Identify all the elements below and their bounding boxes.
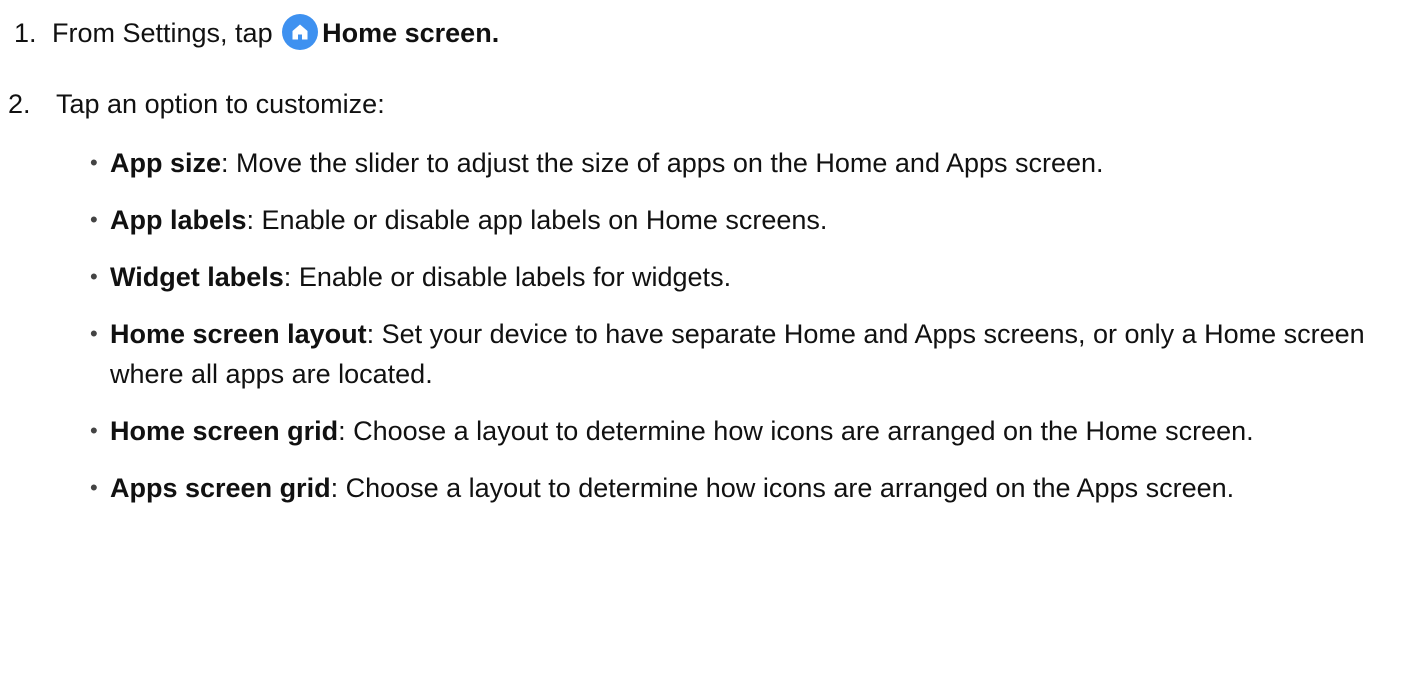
option-label: Apps screen grid — [110, 473, 331, 503]
option-apps-screen-grid: • Apps screen grid: Choose a layout to de… — [90, 468, 1396, 508]
option-separator: : — [366, 319, 375, 349]
option-separator: : — [246, 205, 255, 235]
option-separator: : — [338, 416, 346, 446]
option-separator: : — [221, 148, 229, 178]
option-label: App labels — [110, 205, 247, 235]
step-number: 1. — [14, 18, 37, 48]
option-description: Choose a layout to determine how icons a… — [345, 416, 1254, 446]
option-widget-labels: • Widget labels: Enable or disable labels… — [90, 257, 1396, 297]
step-bold-text: Home screen. — [322, 18, 500, 48]
step-2: 2. Tap an option to customize: — [0, 87, 385, 121]
bullet-icon: • — [90, 321, 98, 346]
options-list: • App size: Move the slider to adjust the… — [90, 143, 1396, 525]
bullet-icon: • — [90, 207, 98, 232]
option-app-labels: • App labels: Enable or disable app label… — [90, 200, 1396, 240]
option-app-size: • App size: Move the slider to adjust the… — [90, 143, 1396, 183]
step-1: 1. From Settings, tap Home screen. — [0, 13, 500, 53]
instructions-document: 1. From Settings, tap Home screen. 2. Tap … — [0, 0, 1406, 683]
option-separator: : — [330, 473, 339, 503]
option-label: App size — [110, 148, 222, 178]
bullet-icon: • — [90, 150, 98, 175]
option-description: Enable or disable labels for widgets. — [291, 262, 732, 292]
step-text: From Settings, tap — [52, 18, 273, 48]
option-label: Home screen layout — [110, 319, 367, 349]
option-description: Choose a layout to determine how icons a… — [338, 473, 1235, 503]
bullet-icon: • — [90, 418, 98, 443]
bullet-icon: • — [90, 264, 98, 289]
step-text: Tap an option to customize: — [56, 89, 385, 119]
option-label: Home screen grid — [110, 416, 339, 446]
option-description: Move the slider to adjust the size of ap… — [228, 148, 1104, 178]
home-icon — [282, 13, 319, 50]
bullet-icon: • — [90, 475, 98, 500]
option-home-screen-grid: • Home screen grid: Choose a layout to de… — [90, 411, 1396, 451]
option-label: Widget labels — [110, 262, 284, 292]
step-number: 2. — [8, 89, 31, 119]
option-home-screen-layout: • Home screen layout: Set your device to … — [90, 314, 1396, 394]
option-description: Enable or disable app labels on Home scr… — [254, 205, 828, 235]
